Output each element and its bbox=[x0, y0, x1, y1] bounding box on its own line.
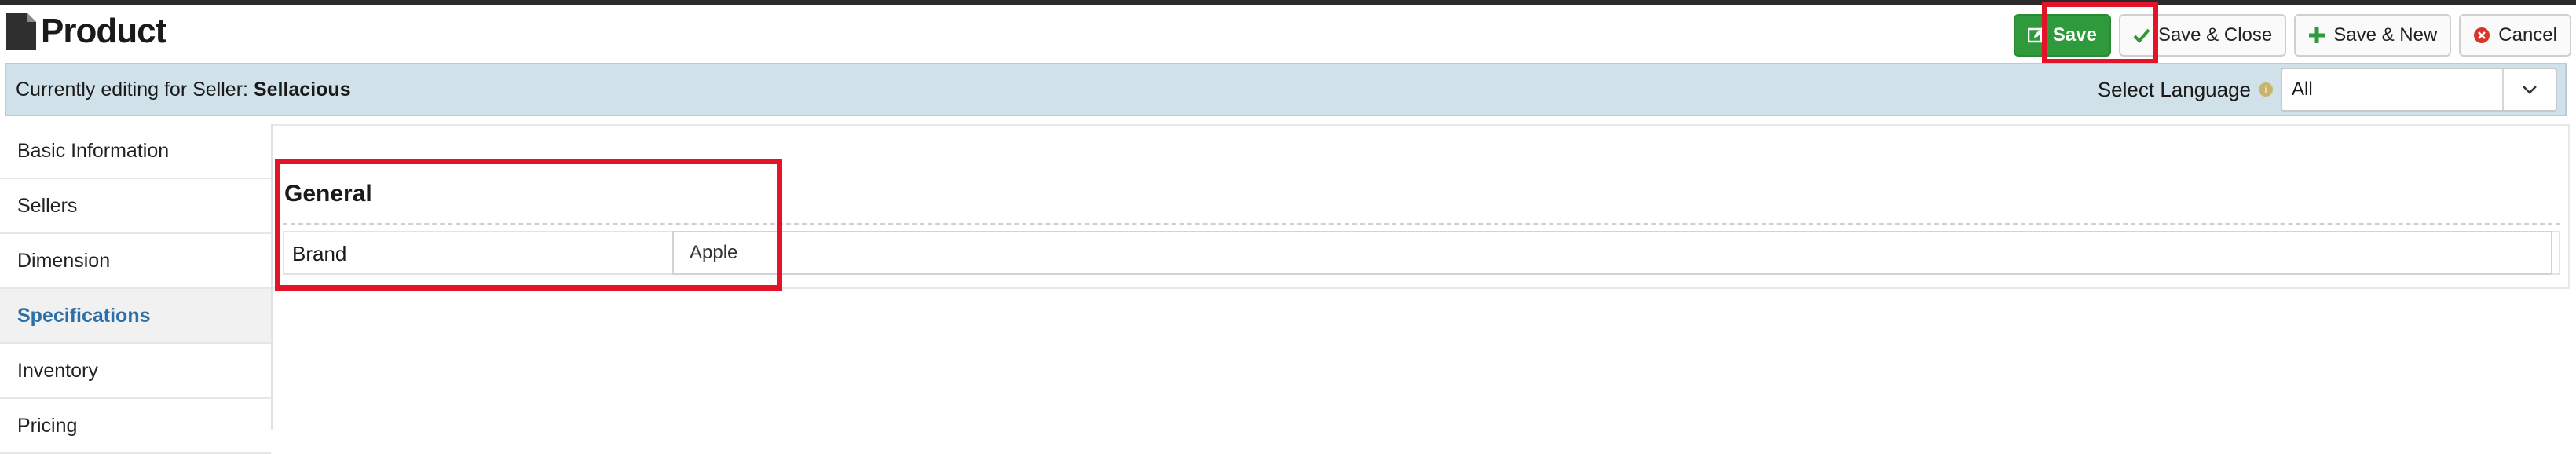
title-group: Product bbox=[6, 13, 166, 50]
seller-prefix: Currently editing for Seller: bbox=[16, 78, 248, 101]
sidebar-item-inventory[interactable]: Inventory bbox=[0, 344, 271, 399]
sidebar-item-pricing[interactable]: Pricing bbox=[0, 399, 271, 454]
brand-input[interactable] bbox=[672, 231, 2552, 275]
file-icon bbox=[6, 13, 36, 50]
page-header: Product Save Save & Close Save & New Can… bbox=[0, 5, 2576, 63]
save-highlight-box bbox=[2042, 2, 2158, 64]
sidebar-item-specifications[interactable]: Specifications bbox=[0, 289, 271, 344]
general-highlight-box bbox=[275, 159, 782, 291]
sidebar-item-basic-information[interactable]: Basic Information bbox=[0, 124, 271, 179]
seller-info: Currently editing for Seller: Sellacious bbox=[16, 79, 351, 101]
cancel-button[interactable]: Cancel bbox=[2459, 14, 2571, 57]
cancel-circle-icon bbox=[2473, 27, 2490, 44]
save-new-label: Save & New bbox=[2333, 24, 2438, 46]
plus-icon bbox=[2308, 27, 2325, 44]
cancel-label: Cancel bbox=[2498, 24, 2557, 46]
save-close-label: Save & Close bbox=[2157, 24, 2273, 46]
chevron-down-icon[interactable] bbox=[2502, 69, 2556, 110]
seller-bar: Currently editing for Seller: Sellacious… bbox=[5, 63, 2567, 116]
info-icon[interactable]: i bbox=[2259, 82, 2273, 97]
language-label: Select Language bbox=[2097, 77, 2251, 101]
language-value: All bbox=[2292, 79, 2313, 100]
language-selector-group: Select Language i All bbox=[2098, 68, 2557, 112]
language-select[interactable]: All bbox=[2281, 68, 2557, 112]
save-new-button[interactable]: Save & New bbox=[2294, 14, 2452, 57]
sidebar-item-dimension[interactable]: Dimension bbox=[0, 234, 271, 289]
sidebar: Basic Information Sellers Dimension Spec… bbox=[0, 124, 273, 454]
seller-name: Sellacious bbox=[253, 78, 351, 101]
page-title: Product bbox=[41, 12, 166, 50]
sidebar-item-sellers[interactable]: Sellers bbox=[0, 179, 271, 234]
